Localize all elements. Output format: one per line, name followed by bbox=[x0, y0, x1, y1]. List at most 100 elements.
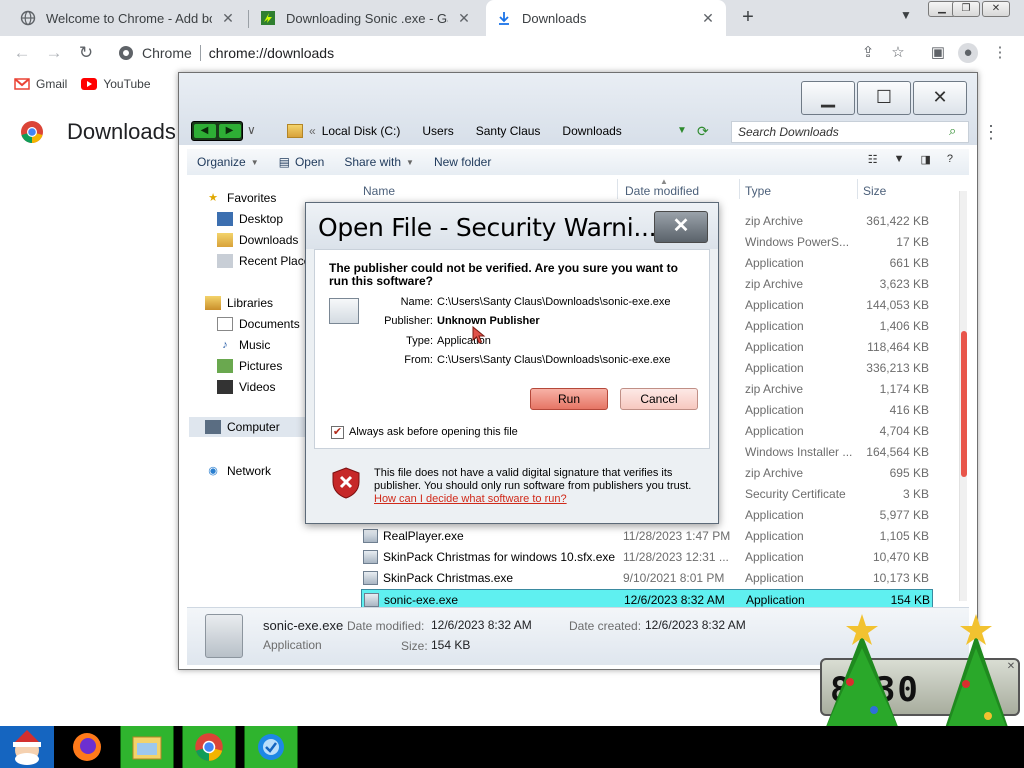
details-date-modified-label: Date modified: bbox=[347, 619, 425, 633]
view-grid-icon[interactable]: ☷ bbox=[868, 153, 878, 166]
nav-favorites[interactable]: ★ Favorites bbox=[205, 191, 276, 205]
nav-downloads[interactable]: Downloads bbox=[217, 233, 298, 247]
breadcrumb-item[interactable]: Santy Claus bbox=[476, 124, 541, 138]
search-icon[interactable]: ⌕ bbox=[949, 123, 956, 139]
column-divider[interactable] bbox=[857, 179, 858, 199]
nav-libraries[interactable]: Libraries bbox=[205, 296, 273, 310]
file-explorer-taskbar-button[interactable] bbox=[120, 726, 174, 768]
bookmark-gmail[interactable]: Gmail bbox=[14, 77, 67, 91]
preview-pane-icon[interactable]: ◨ bbox=[920, 153, 930, 166]
firefox-taskbar-button[interactable] bbox=[60, 726, 114, 768]
close-icon[interactable]: ✕ bbox=[456, 10, 472, 27]
search-input[interactable]: Search Downloads bbox=[731, 121, 969, 143]
dropdown-arrow-icon[interactable]: ▼ bbox=[677, 125, 687, 136]
minimize-button[interactable]: ▁ bbox=[801, 81, 855, 115]
file-type: zip Archive bbox=[745, 382, 804, 396]
refresh-icon[interactable]: ⟳ bbox=[697, 123, 709, 140]
nav-label: Pictures bbox=[239, 359, 283, 373]
restore-button[interactable]: ❐ bbox=[952, 1, 980, 17]
file-size: 164,564 KB bbox=[866, 445, 929, 459]
nav-network[interactable]: ◉ Network bbox=[205, 464, 271, 478]
breadcrumb-item[interactable]: Local Disk (C:) bbox=[322, 124, 401, 138]
type-label: Type: bbox=[406, 335, 433, 347]
nav-recent-places[interactable]: Recent Places bbox=[217, 254, 316, 268]
forward-button[interactable]: → bbox=[42, 41, 66, 65]
scrollbar[interactable] bbox=[959, 191, 967, 601]
share-icon[interactable]: ⇪ bbox=[858, 43, 878, 63]
chevron-down-icon[interactable]: ▼ bbox=[894, 153, 905, 166]
omnibox-divider bbox=[199, 45, 201, 61]
tab-downloads[interactable]: Downloads ✕ bbox=[486, 0, 726, 36]
file-row[interactable]: SkinPack Christmas.exe 9/10/2021 8:01 PM A… bbox=[361, 568, 933, 588]
run-button[interactable]: Run bbox=[530, 388, 608, 410]
organize-button[interactable]: Organize ▼ bbox=[187, 155, 269, 169]
omnibox[interactable]: Chrome chrome://downloads bbox=[108, 40, 848, 66]
file-size: 695 KB bbox=[889, 466, 929, 480]
dialog-close-button[interactable]: ✕ bbox=[654, 211, 708, 243]
column-size[interactable]: Size bbox=[863, 184, 886, 198]
gmail-icon bbox=[14, 78, 30, 90]
file-size: 154 KB bbox=[890, 593, 930, 607]
file-size: 17 KB bbox=[896, 235, 929, 249]
new-tab-button[interactable]: + bbox=[736, 6, 760, 30]
column-divider[interactable] bbox=[617, 179, 618, 199]
share-with-button[interactable]: Share with ▼ bbox=[334, 155, 424, 169]
file-size: 4,704 KB bbox=[879, 424, 929, 438]
column-date-modified[interactable]: Date modified bbox=[625, 184, 699, 198]
reload-button[interactable]: ↻ bbox=[74, 41, 98, 65]
kebab-menu-icon[interactable]: ⋮ bbox=[982, 122, 1000, 143]
maximize-button[interactable]: ☐ bbox=[857, 81, 911, 115]
explorer-frame: ▁ ☐ ✕ ◀ ▶ ∨ « Local Disk (C:) Users Sant… bbox=[179, 73, 977, 145]
breadcrumb-item[interactable]: Users bbox=[422, 124, 453, 138]
start-button[interactable] bbox=[0, 726, 54, 768]
close-icon[interactable]: ✕ bbox=[700, 10, 716, 27]
bookmark-youtube[interactable]: YouTube bbox=[81, 77, 151, 91]
arrow-left-icon[interactable]: ◀ bbox=[193, 124, 216, 138]
column-type[interactable]: Type bbox=[745, 184, 771, 198]
breadcrumb-item[interactable]: Downloads bbox=[562, 124, 621, 138]
file-size: 1,174 KB bbox=[879, 382, 929, 396]
help-icon[interactable]: ? bbox=[947, 153, 953, 166]
chrome-logo-icon bbox=[21, 121, 43, 143]
file-row[interactable]: RealPlayer.exe 11/28/2023 1:47 PM Applicat… bbox=[361, 526, 933, 546]
tab-welcome[interactable]: Welcome to Chrome - Add book ✕ bbox=[10, 0, 246, 36]
file-row[interactable]: SkinPack Christmas for windows 10.sfx.ex… bbox=[361, 547, 933, 567]
chevron-down-icon[interactable]: ∨ bbox=[247, 123, 256, 137]
always-ask-checkbox[interactable]: ✔ bbox=[331, 426, 344, 439]
help-link[interactable]: How can I decide what software to run? bbox=[374, 493, 567, 505]
file-size: 10,470 KB bbox=[872, 550, 929, 564]
profile-icon[interactable]: ● bbox=[958, 43, 978, 63]
close-window-button[interactable]: ✕ bbox=[982, 1, 1010, 17]
close-icon[interactable]: ✕ bbox=[220, 10, 236, 27]
file-type: Application bbox=[745, 340, 804, 354]
nav-documents[interactable]: Documents bbox=[217, 317, 300, 331]
app-taskbar-button[interactable] bbox=[244, 726, 298, 768]
file-date-modified: 9/10/2021 8:01 PM bbox=[623, 571, 725, 585]
nav-pictures[interactable]: Pictures bbox=[217, 359, 282, 373]
nav-music[interactable]: ♪ Music bbox=[217, 338, 270, 352]
kebab-menu-icon[interactable]: ⋮ bbox=[990, 43, 1010, 63]
tab-downloading-sonic[interactable]: Downloading Sonic .exe - Game ✕ bbox=[250, 0, 482, 36]
close-button[interactable]: ✕ bbox=[913, 81, 967, 115]
back-forward-buttons[interactable]: ◀ ▶ bbox=[191, 121, 243, 141]
chrome-taskbar-button[interactable] bbox=[182, 726, 236, 768]
dialog-body: The publisher could not be verified. Are… bbox=[314, 249, 710, 449]
arrow-right-icon[interactable]: ▶ bbox=[218, 124, 241, 138]
nav-computer[interactable]: Computer bbox=[189, 417, 307, 437]
column-name[interactable]: Name bbox=[363, 184, 395, 198]
nav-desktop[interactable]: Desktop bbox=[217, 212, 283, 226]
open-button[interactable]: ▤ Open bbox=[269, 155, 335, 169]
dialog-title-bar[interactable]: Open File - Security Warni... ✕ bbox=[306, 203, 718, 249]
back-button[interactable]: ← bbox=[10, 41, 34, 65]
nav-videos[interactable]: Videos bbox=[217, 380, 275, 394]
scrollbar-thumb[interactable] bbox=[961, 331, 967, 477]
column-divider[interactable] bbox=[739, 179, 740, 199]
file-row[interactable]: sonic-exe.exe 12/6/2023 8:32 AM Applicatio… bbox=[361, 589, 933, 609]
new-folder-button[interactable]: New folder bbox=[424, 155, 501, 169]
side-panel-icon[interactable]: ▣ bbox=[928, 43, 948, 63]
cancel-button[interactable]: Cancel bbox=[620, 388, 698, 410]
breadcrumb[interactable]: « Local Disk (C:) Users Santy Claus Down… bbox=[287, 119, 717, 143]
file-type: Windows PowerS... bbox=[745, 235, 850, 249]
chevron-down-icon[interactable]: ▼ bbox=[896, 8, 916, 28]
star-icon[interactable]: ☆ bbox=[888, 43, 908, 63]
